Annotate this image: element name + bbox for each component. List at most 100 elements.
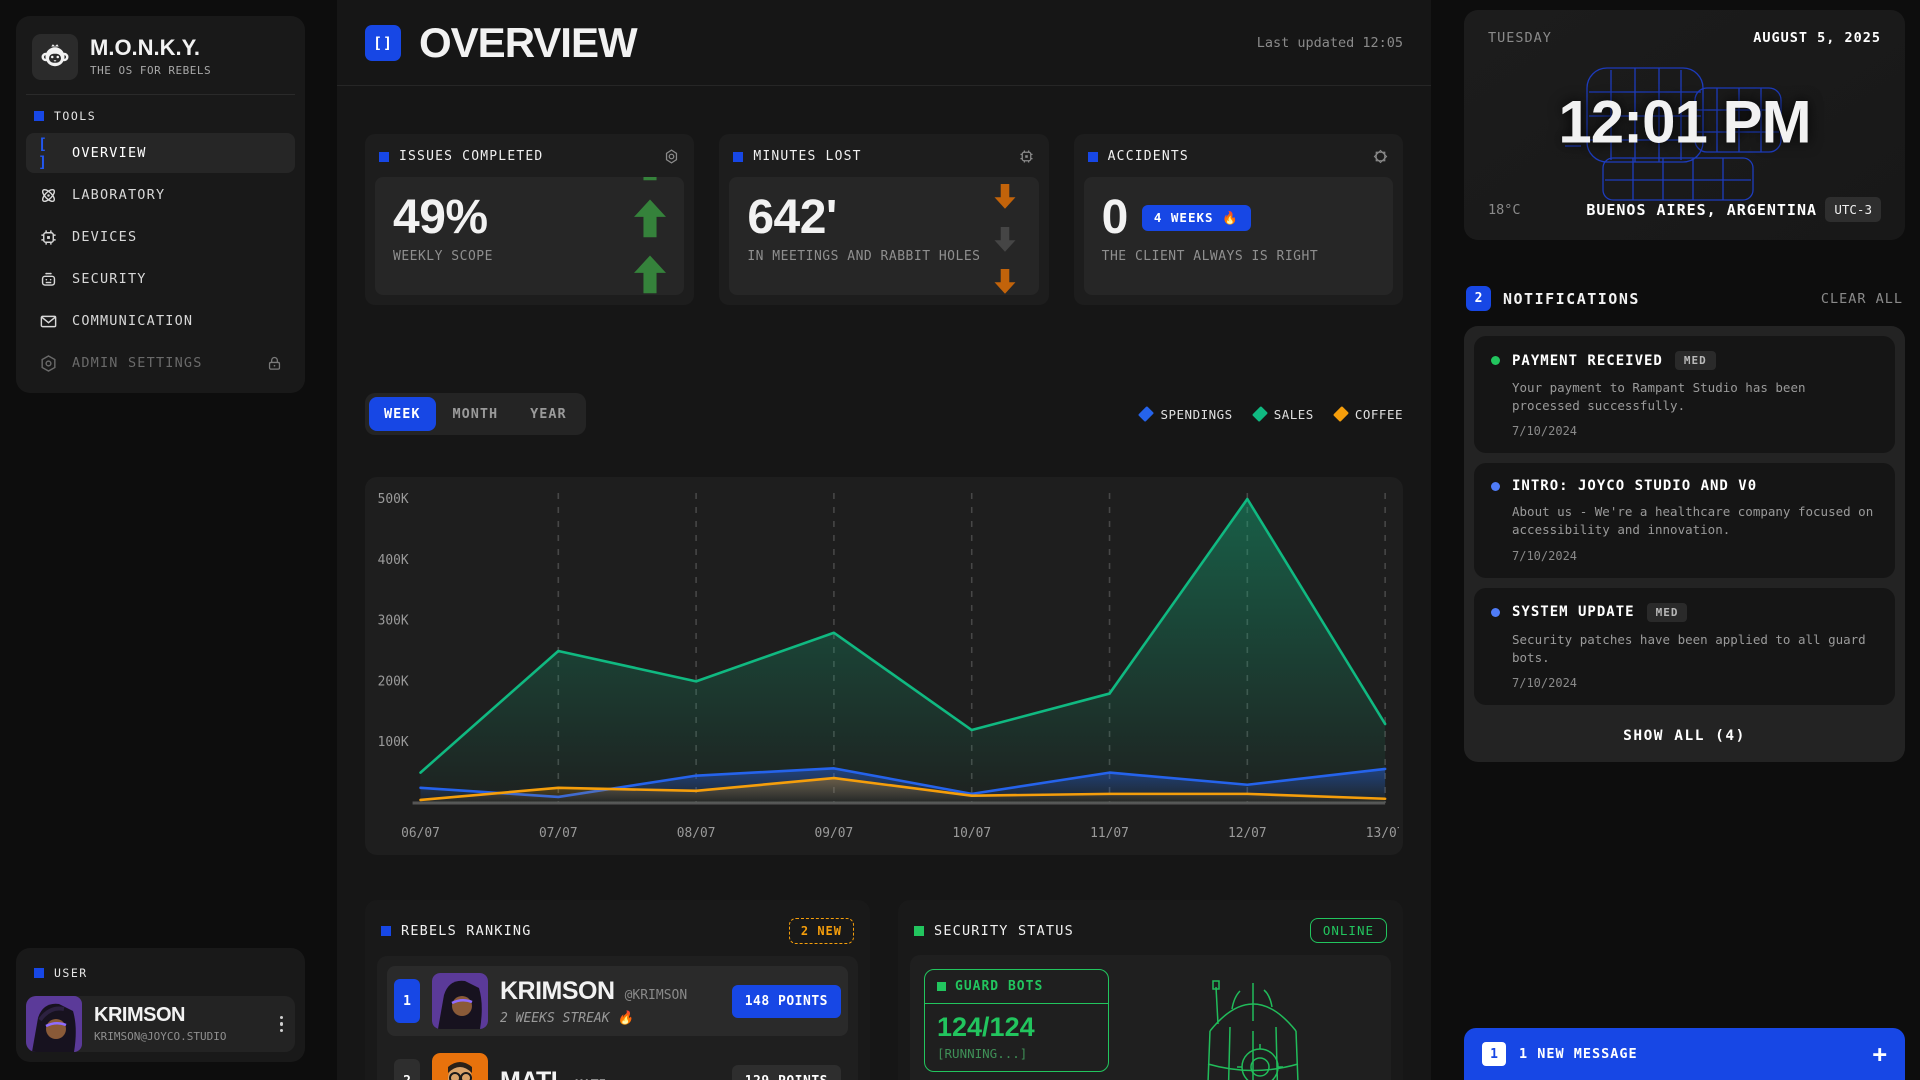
sidebar-item-admin-settings[interactable]: ADMIN SETTINGS	[26, 343, 295, 383]
chart-range-tabs: WEEK MONTH YEAR	[365, 393, 586, 435]
chip-settings-icon[interactable]	[1018, 148, 1035, 165]
security-status-panel: SECURITY STATUS ONLINE GUARD BOTS 124/12…	[898, 900, 1403, 1080]
notification-item-3[interactable]: SYSTEM UPDATE MED Security patches have …	[1474, 588, 1895, 705]
rank-chip-2: 2	[394, 1059, 420, 1080]
clock-temperature: 18°C	[1488, 202, 1578, 218]
sidebar-item-communication[interactable]: COMMUNICATION	[26, 301, 295, 341]
user-section-label: USER	[26, 958, 295, 990]
clock-location: BUENOS AIRES, ARGENTINA	[1578, 201, 1825, 219]
app-name: M.O.N.K.Y.	[90, 37, 211, 59]
ranking-name: MATI	[500, 1067, 557, 1080]
ranking-user-info: MATI @MATI	[500, 1067, 606, 1080]
status-dot-icon	[1491, 482, 1500, 491]
show-all-button[interactable]: SHOW ALL (4)	[1474, 715, 1895, 752]
ranking-header: REBELS RANKING 2 NEW	[377, 912, 858, 956]
user-profile[interactable]: KRIMSON KRIMSON@JOYCO.STUDIO	[26, 996, 295, 1052]
tools-section-label: TOOLS	[26, 95, 295, 133]
guard-bots-status: [RUNNING...]	[937, 1046, 1096, 1061]
stat-card-issues: ISSUES COMPLETED 49% WEEKLY SCOPE	[365, 134, 694, 305]
clock-day: TUESDAY	[1488, 30, 1552, 46]
notification-date: 7/10/2024	[1512, 676, 1878, 690]
diamond-icon-spendings	[1139, 406, 1155, 422]
notification-title: PAYMENT RECEIVED	[1512, 353, 1663, 369]
trend-down-arrows	[987, 183, 1023, 295]
ranking-name: KRIMSON	[500, 977, 615, 1006]
ranking-new-badge: 2 NEW	[789, 918, 854, 944]
tools-square-icon	[34, 111, 44, 121]
gear-icon[interactable]	[663, 148, 680, 165]
svg-text:100K: 100K	[378, 735, 409, 750]
stat-head-accidents: ACCIDENTS	[1084, 144, 1393, 177]
svg-text:09/07: 09/07	[815, 826, 854, 841]
app-identity: M.O.N.K.Y. THE OS FOR REBELS	[90, 37, 211, 77]
security-square-icon	[914, 926, 924, 936]
notification-body: Security patches have been applied to al…	[1512, 631, 1878, 667]
stat-inner-accidents: 0 4 WEEKS 🔥 THE CLIENT ALWAYS IS RIGHT	[1084, 177, 1393, 295]
burst-icon[interactable]	[1372, 148, 1389, 165]
tab-month[interactable]: MONTH	[438, 397, 514, 431]
priority-tag: MED	[1647, 603, 1688, 622]
chart-legend: SPENDINGS SALES COFFEE	[1141, 407, 1403, 422]
sidebar-spacer	[16, 393, 305, 948]
svg-text:08/07: 08/07	[677, 826, 716, 841]
svg-text:500K: 500K	[378, 492, 409, 507]
notifications-header: 2 NOTIFICATIONS CLEAR ALL	[1464, 286, 1905, 311]
ranking-list: 1 KRIMSON @KRIMS	[377, 956, 858, 1080]
legend-coffee: COFFEE	[1336, 407, 1403, 422]
user-email: KRIMSON@JOYCO.STUDIO	[94, 1030, 268, 1043]
stat-head-issues: ISSUES COMPLETED	[375, 144, 684, 177]
user-info: KRIMSON KRIMSON@JOYCO.STUDIO	[82, 996, 280, 1052]
minutes-caption: IN MEETINGS AND RABBIT HOLES	[747, 249, 1020, 264]
accidents-caption: THE CLIENT ALWAYS IS RIGHT	[1102, 249, 1375, 264]
overview-brackets-icon: []	[365, 25, 401, 61]
sidebar-item-security[interactable]: SECURITY	[26, 259, 295, 299]
monkey-logo-icon	[32, 34, 78, 80]
notification-item-2[interactable]: INTRO: JOYCO STUDIO AND V0 About us - We…	[1474, 463, 1895, 577]
main-body: ISSUES COMPLETED 49% WEEKLY SCOPE	[337, 86, 1431, 1080]
notification-body: Your payment to Rampant Studio has been …	[1512, 379, 1878, 415]
new-message-bar[interactable]: 1 1 NEW MESSAGE +	[1464, 1028, 1905, 1080]
sidebar-item-laboratory[interactable]: LABORATORY	[26, 175, 295, 215]
plus-icon[interactable]: +	[1873, 1042, 1887, 1066]
svg-text:06/07: 06/07	[401, 826, 440, 841]
notifications-panel: PAYMENT RECEIVED MED Your payment to Ram…	[1464, 326, 1905, 762]
user-square-icon	[34, 968, 44, 978]
clock-time: 12:01 PM	[1464, 88, 1905, 157]
message-label: 1 NEW MESSAGE	[1519, 1046, 1638, 1062]
tab-week[interactable]: WEEK	[369, 397, 436, 431]
sidebar-item-overview[interactable]: [ ] OVERVIEW	[26, 133, 295, 173]
online-badge: ONLINE	[1310, 918, 1387, 943]
security-body: GUARD BOTS 124/124 [RUNNING...] FIREWALL	[910, 955, 1391, 1080]
notification-item-1[interactable]: PAYMENT RECEIVED MED Your payment to Ram…	[1474, 336, 1895, 453]
security-header: SECURITY STATUS ONLINE	[910, 912, 1391, 955]
krimson-avatar	[432, 973, 488, 1029]
security-boxes: GUARD BOTS 124/124 [RUNNING...] FIREWALL	[924, 969, 1109, 1080]
notification-title: SYSTEM UPDATE	[1512, 604, 1635, 620]
stat-inner-issues: 49% WEEKLY SCOPE	[375, 177, 684, 295]
mati-avatar	[432, 1053, 488, 1080]
ranking-row-2[interactable]: 2	[387, 1046, 848, 1080]
sidebar-item-devices[interactable]: DEVICES	[26, 217, 295, 257]
sidebar: M.O.N.K.Y. THE OS FOR REBELS TOOLS [ ] O…	[0, 0, 337, 1080]
svg-text:07/07: 07/07	[539, 826, 578, 841]
app-tagline: THE OS FOR REBELS	[90, 64, 211, 77]
clear-all-button[interactable]: CLEAR ALL	[1821, 291, 1903, 307]
robot-icon	[38, 270, 58, 289]
tab-year[interactable]: YEAR	[515, 397, 582, 431]
trend-up-arrows	[632, 177, 668, 295]
bottom-row: REBELS RANKING 2 NEW 1	[365, 900, 1403, 1080]
ranking-row-1[interactable]: 1 KRIMSON @KRIMS	[387, 966, 848, 1036]
svg-text:11/07: 11/07	[1090, 826, 1129, 841]
brackets-icon: [ ]	[38, 135, 58, 171]
user-menu-dots[interactable]	[280, 996, 296, 1052]
svg-text:300K: 300K	[378, 614, 409, 629]
legend-spendings: SPENDINGS	[1141, 407, 1232, 422]
main-header: [] OVERVIEW Last updated 12:05	[337, 0, 1431, 86]
sidebar-user-card: USER KRIMSON KRIMSON@JOYCO.STUDIO	[16, 948, 305, 1062]
guard-bots-head: GUARD BOTS	[925, 970, 1108, 1004]
svg-text:400K: 400K	[378, 553, 409, 568]
guard-bots-box: GUARD BOTS 124/124 [RUNNING...]	[924, 969, 1109, 1072]
ranking-streak: 2 WEEKS STREAK 🔥	[500, 1011, 687, 1026]
stat-card-minutes: MINUTES LOST 642' IN MEETINGS AND RABBIT…	[719, 134, 1048, 305]
chart-canvas: 100K200K300K400K500K06/0707/0708/0709/07…	[369, 481, 1399, 851]
